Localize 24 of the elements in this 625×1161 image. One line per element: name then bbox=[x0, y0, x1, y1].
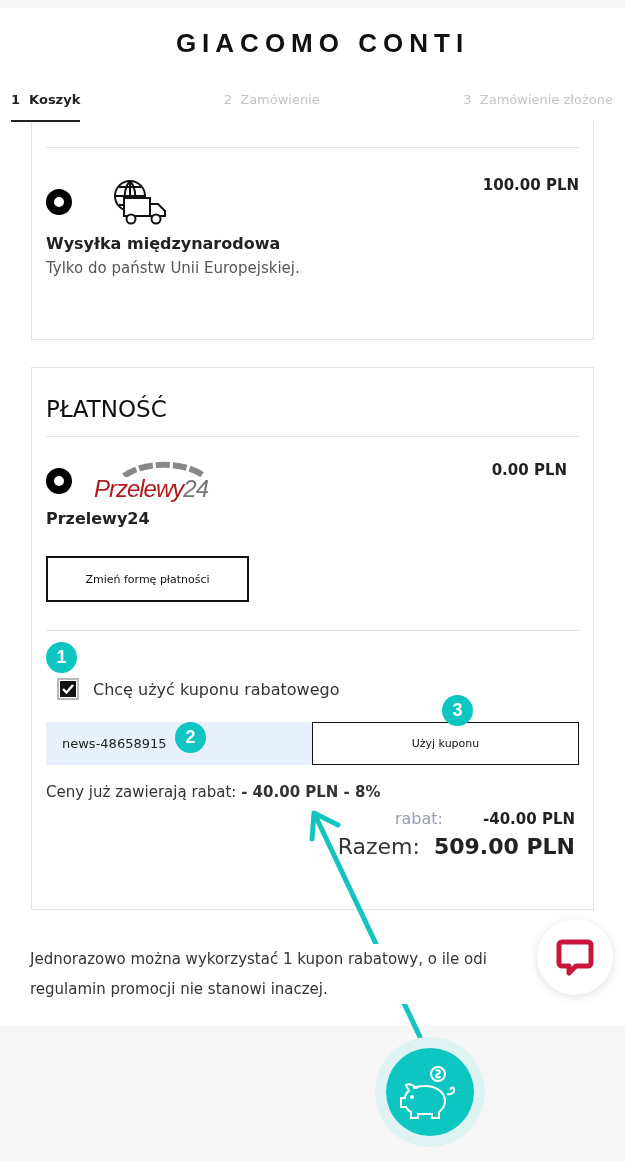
checkout-step-tab[interactable]: 1 Koszyk bbox=[11, 78, 81, 122]
payment-price: 0.00 PLN bbox=[491, 461, 567, 479]
section-heading: PŁATNOŚĆ bbox=[46, 394, 168, 424]
total-label: rabat: bbox=[395, 809, 443, 828]
shipping-price: 100.00 PLN bbox=[482, 176, 579, 194]
globe-truck-icon bbox=[112, 178, 168, 226]
brand-logo[interactable]: GIACOMO CONTI bbox=[155, 27, 470, 59]
total-value: -40.00 PLN bbox=[482, 810, 575, 828]
shipping-description: Tylko do państw Unii Europejskiej. bbox=[46, 259, 300, 277]
payment-name: Przelewy24 bbox=[46, 509, 151, 528]
apply-coupon-button[interactable]: Użyj kuponu bbox=[312, 722, 579, 765]
payment-logo: Przelewy24 bbox=[96, 461, 208, 501]
step-marker: 3 bbox=[442, 695, 473, 726]
discount-note: Ceny już zawierają rabat: - 40.00 PLN - 8% bbox=[46, 783, 382, 801]
checkbox-label: Chcę użyć kuponu rabatowego bbox=[93, 679, 340, 699]
total-value: 509.00 PLN bbox=[433, 834, 575, 859]
radio-button[interactable] bbox=[46, 468, 72, 494]
shipping-name: Wysyłka międzynarodowa bbox=[46, 234, 282, 253]
coupon-checkbox[interactable] bbox=[57, 678, 79, 700]
chat-icon bbox=[556, 938, 594, 976]
step-marker: 1 bbox=[46, 642, 77, 673]
total-label: Razem: bbox=[337, 834, 420, 859]
radio-button[interactable] bbox=[46, 189, 72, 215]
change-payment-button[interactable]: Zmień formę płatności bbox=[46, 556, 249, 602]
